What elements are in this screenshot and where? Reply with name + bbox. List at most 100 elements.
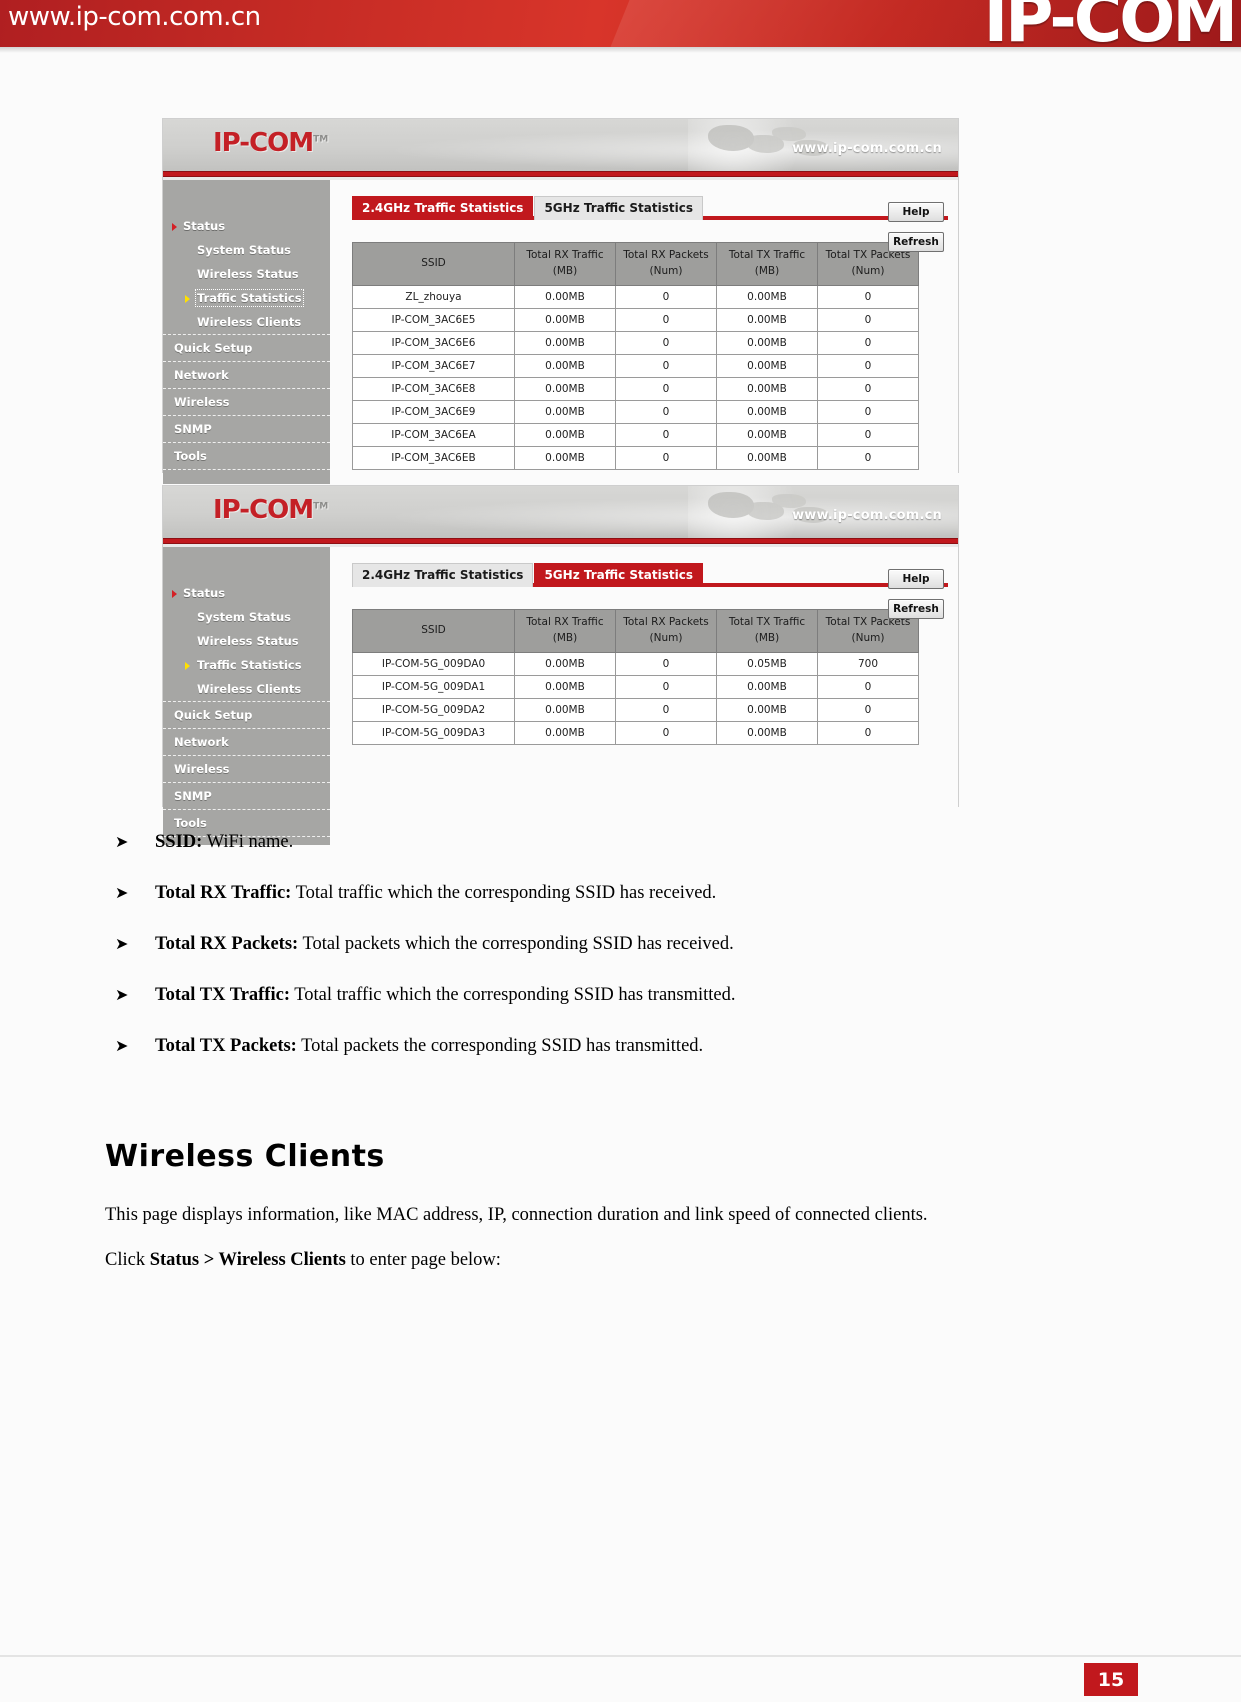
router-header-url: www.ip-com.com.cn <box>792 508 942 523</box>
cell-ssid: IP-COM_3AC6EA <box>352 422 515 447</box>
cell-ssid: IP-COM-5G_009DA2 <box>352 697 515 722</box>
cell-value: 0.00MB <box>716 422 818 447</box>
caret-right-icon <box>172 590 177 598</box>
traffic-statistics-table: SSID Total RX Traffic (MB) Total RX Pack… <box>352 609 919 745</box>
cell-ssid: IP-COM_3AC6E6 <box>352 330 515 355</box>
cell-value: 0 <box>615 353 717 378</box>
cell-value: 0.00MB <box>514 445 616 470</box>
sidebar-item-label: Network <box>174 368 229 382</box>
refresh-button[interactable]: Refresh <box>888 599 944 619</box>
sidebar-item-label: Tools <box>174 449 207 463</box>
cell-value: 0 <box>615 674 717 699</box>
table-body: ZL_zhouya 0.00MB 0 0.00MB 0 IP-COM_3AC6E5 0.00… <box>352 284 919 470</box>
term-label: SSID: <box>155 832 203 852</box>
cell-value: 0 <box>817 422 919 447</box>
table-row: IP-COM-5G_009DA0 0.00MB 0 0.05MB 700 <box>352 651 919 676</box>
sidebar-item-label: Wireless <box>174 395 230 409</box>
router-logo-text: IP-COM <box>213 128 314 158</box>
sidebar-item-wireless-clients[interactable]: Wireless Clients <box>163 677 330 701</box>
tab-24ghz-traffic-statistics[interactable]: 2.4GHz Traffic Statistics <box>352 196 534 220</box>
column-header-total-tx-traffic: Total TX Traffic (MB) <box>716 609 818 653</box>
cell-value: 0 <box>615 399 717 424</box>
cell-value: 0 <box>615 445 717 470</box>
sidebar-item-label: Wireless Clients <box>197 682 302 696</box>
router-ui-body: Status System Status Wireless Status Tra… <box>163 547 958 845</box>
sidebar-item-status[interactable]: Status <box>163 214 330 238</box>
page-number-badge: 15 <box>1084 1663 1138 1696</box>
tab-5ghz-traffic-statistics[interactable]: 5GHz Traffic Statistics <box>534 563 703 587</box>
cell-value: 0.00MB <box>716 720 818 745</box>
content-pane: 2.4GHz Traffic Statistics 5GHz Traffic St… <box>330 547 958 845</box>
sidebar-item-wireless-status[interactable]: Wireless Status <box>163 629 330 653</box>
table-row: IP-COM_3AC6E9 0.00MB 0 0.00MB 0 <box>352 399 919 424</box>
sidebar-item-wireless-status[interactable]: Wireless Status <box>163 262 330 286</box>
cell-value: 0.00MB <box>514 399 616 424</box>
sidebar-item-snmp[interactable]: SNMP <box>163 783 330 810</box>
cell-ssid: IP-COM_3AC6EB <box>352 445 515 470</box>
router-logo: IP-COMTM <box>213 128 328 158</box>
content-pane: 2.4GHz Traffic Statistics 5GHz Traffic St… <box>330 180 958 484</box>
navigation-instruction: Click Status > Wireless Clients to enter… <box>105 1248 1125 1272</box>
cell-value: 0.00MB <box>716 674 818 699</box>
term-label: Total TX Packets: <box>155 1036 297 1056</box>
router-ui-screenshot-24ghz: IP-COMTM www.ip-com.com.cn Status System… <box>162 118 959 484</box>
sidebar-item-quick-setup[interactable]: Quick Setup <box>163 334 330 362</box>
term-description: Total packets the corresponding SSID has… <box>296 1036 704 1056</box>
sidebar-item-traffic-statistics[interactable]: Traffic Statistics <box>163 286 330 310</box>
cell-value: 0 <box>615 284 717 309</box>
tab-5ghz-traffic-statistics[interactable]: 5GHz Traffic Statistics <box>534 196 703 220</box>
traffic-statistics-table: SSID Total RX Traffic (MB) Total RX Pack… <box>352 242 919 470</box>
cell-value: 0 <box>615 376 717 401</box>
cell-value: 0 <box>817 697 919 722</box>
cell-value: 0.00MB <box>716 376 818 401</box>
sidebar-item-wireless[interactable]: Wireless <box>163 756 330 783</box>
help-button[interactable]: Help <box>888 569 944 589</box>
sidebar-item-status[interactable]: Status <box>163 581 330 605</box>
cell-ssid: ZL_zhouya <box>352 284 515 309</box>
page-title: Wireless Clients <box>105 1139 385 1174</box>
cell-ssid: IP-COM_3AC6E7 <box>352 353 515 378</box>
cell-value: 0 <box>817 307 919 332</box>
router-logo: IP-COMTM <box>213 495 328 525</box>
tab-24ghz-traffic-statistics[interactable]: 2.4GHz Traffic Statistics <box>352 563 534 587</box>
table-row: IP-COM-5G_009DA2 0.00MB 0 0.00MB 0 <box>352 697 919 722</box>
cell-value: 0 <box>615 651 717 676</box>
cell-value: 0.00MB <box>716 284 818 309</box>
term-label: Total TX Traffic: <box>155 985 290 1005</box>
term-label: Total RX Packets: <box>155 934 299 954</box>
help-button[interactable]: Help <box>888 202 944 222</box>
cell-ssid: IP-COM-5G_009DA3 <box>352 720 515 745</box>
list-item: ➤ SSID: WiFi name. <box>105 831 1105 854</box>
cell-ssid: IP-COM_3AC6E8 <box>352 376 515 401</box>
sidebar-item-system-status[interactable]: System Status <box>163 238 330 262</box>
table-header-row: SSID Total RX Traffic (MB) Total RX Pack… <box>352 609 919 653</box>
sidebar-item-snmp[interactable]: SNMP <box>163 416 330 443</box>
cell-value: 0 <box>817 330 919 355</box>
table-row: IP-COM_3AC6E5 0.00MB 0 0.00MB 0 <box>352 307 919 332</box>
sidebar-item-tools[interactable]: Tools <box>163 443 330 470</box>
list-item: ➤ Total TX Packets: Total packets the co… <box>105 1035 1105 1058</box>
cell-value: 0.00MB <box>514 651 616 676</box>
refresh-button[interactable]: Refresh <box>888 232 944 252</box>
cell-value: 0 <box>817 353 919 378</box>
sidebar-item-traffic-statistics[interactable]: Traffic Statistics <box>163 653 330 677</box>
sidebar-item-network[interactable]: Network <box>163 362 330 389</box>
menu-path: Status > Wireless Clients <box>149 1250 346 1270</box>
cell-value: 0 <box>817 376 919 401</box>
column-header-total-rx-packets: Total RX Packets (Num) <box>615 609 717 653</box>
cell-value: 0.00MB <box>514 353 616 378</box>
sidebar-item-wireless[interactable]: Wireless <box>163 389 330 416</box>
sidebar-item-system-status[interactable]: System Status <box>163 605 330 629</box>
term-description: WiFi name. <box>202 832 294 852</box>
router-ui-body: Status System Status Wireless Status Tra… <box>163 180 958 484</box>
sidebar-item-label: Traffic Statistics <box>195 289 304 307</box>
caret-right-icon <box>185 662 190 670</box>
sidebar-item-wireless-clients[interactable]: Wireless Clients <box>163 310 330 334</box>
cell-value: 0 <box>817 674 919 699</box>
sidebar-item-network[interactable]: Network <box>163 729 330 756</box>
caret-right-icon <box>185 295 190 303</box>
cell-value: 0.00MB <box>716 330 818 355</box>
table-row: IP-COM-5G_009DA3 0.00MB 0 0.00MB 0 <box>352 720 919 745</box>
router-ui-screenshot-5ghz: IP-COMTM www.ip-com.com.cn Status System… <box>162 485 959 845</box>
sidebar-item-quick-setup[interactable]: Quick Setup <box>163 701 330 729</box>
